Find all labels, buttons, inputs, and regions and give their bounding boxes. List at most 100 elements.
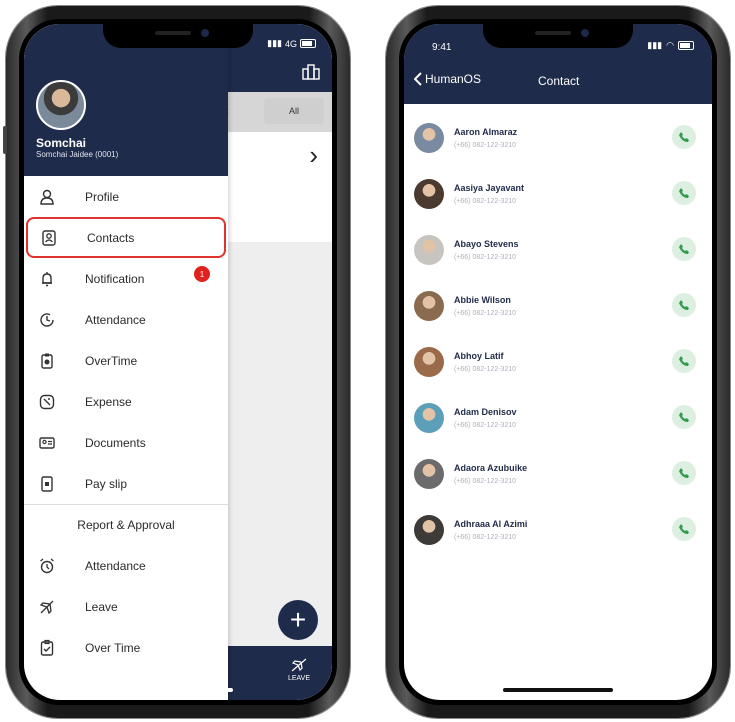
contact-text: Adam Denisov (+66) 082-122-3210 [454, 407, 517, 429]
signal-icon: ▮▮▮ [647, 40, 663, 50]
contact-row[interactable]: Adam Denisov (+66) 082-122-3210 [404, 390, 712, 446]
menu-label: Attendance [85, 312, 146, 327]
contact-row[interactable]: Adaora Azubuike (+66) 082-122-3210 [404, 446, 712, 502]
menu-item-payslip[interactable]: Pay slip [24, 463, 228, 504]
contact-name: Adhraaa Al Azimi [454, 519, 528, 529]
phone-icon [679, 412, 689, 422]
notch [103, 24, 253, 48]
contact-row[interactable]: Abhoy Latif (+66) 082-122-3210 [404, 334, 712, 390]
contact-name: Adam Denisov [454, 407, 517, 417]
plane-icon [291, 658, 307, 672]
call-button[interactable] [672, 517, 696, 541]
menu-label: Contacts [87, 230, 135, 245]
phone-icon [679, 244, 689, 254]
clock-icon [36, 309, 58, 331]
contact-text: Adaora Azubuike (+66) 082-122-3210 [454, 463, 527, 485]
plane-icon [36, 596, 58, 618]
contact-phone: (+66) 082-122-3210 [454, 366, 517, 373]
signal-icon: ▮▮▮ [267, 38, 282, 48]
contact-text: Abhoy Latif (+66) 082-122-3210 [454, 351, 516, 373]
avatar [414, 123, 444, 153]
notification-badge: 1 [194, 266, 210, 282]
tab-all[interactable]: All [264, 98, 324, 124]
contact-name: Adaora Azubuike [454, 463, 528, 473]
contact-text: Abbie Wilson (+66) 082-122-3210 [454, 295, 516, 317]
menu-item-over-time[interactable]: Over Time [24, 627, 228, 668]
phone-icon [679, 356, 689, 366]
call-button[interactable] [672, 237, 696, 261]
battery-icon [300, 39, 316, 48]
contacts-icon [38, 227, 60, 249]
contact-text: Abayo Stevens (+66) 082-122-3210 [454, 239, 519, 261]
menu-item-overtime[interactable]: OverTime [24, 340, 228, 381]
alarm-icon [36, 555, 58, 577]
avatar [414, 459, 444, 489]
contact-name: Abayo Stevens [454, 239, 519, 249]
user-subtitle: Somchai Jaidee (0001) [36, 150, 119, 159]
drawer-menu: Profile Contacts Notification 1 Attendan… [24, 176, 228, 668]
contact-name: Abhoy Latif [454, 351, 504, 361]
avatar [414, 179, 444, 209]
call-button[interactable] [672, 125, 696, 149]
document-icon [36, 432, 58, 454]
call-button[interactable] [672, 181, 696, 205]
menu-label: Pay slip [85, 476, 128, 491]
home-indicator [123, 688, 233, 692]
leave-tab[interactable]: LEAVE [288, 657, 310, 682]
add-button[interactable]: + [278, 600, 318, 640]
phone-frame-right: 9:41 ▮▮▮ ◠ HumanOS Contact Aaron Almaraz… [386, 6, 730, 718]
menu-label: OverTime [85, 353, 138, 368]
contact-row[interactable]: Abbie Wilson (+66) 082-122-3210 [404, 278, 712, 334]
menu-item-documents[interactable]: Documents [24, 422, 228, 463]
phone-bezel: 9:41 ▮▮▮ ◠ HumanOS Contact Aaron Almaraz… [399, 19, 717, 705]
avatar [414, 291, 444, 321]
building-icon[interactable] [302, 64, 320, 80]
contact-row[interactable]: Abayo Stevens (+66) 082-122-3210 [404, 222, 712, 278]
menu-item-profile[interactable]: Profile [24, 176, 228, 217]
chevron-right-icon[interactable]: › [309, 140, 318, 171]
menu-item-attendance[interactable]: Attendance [24, 299, 228, 340]
menu-item-leave[interactable]: Leave [24, 586, 228, 627]
menu-item-report-attendance[interactable]: Attendance [24, 545, 228, 586]
call-button[interactable] [672, 293, 696, 317]
phone-icon [679, 524, 689, 534]
back-button[interactable]: HumanOS [414, 72, 481, 86]
phone-icon [679, 132, 689, 142]
network-label: 4G [284, 38, 297, 49]
menu-label: Expense [85, 394, 132, 409]
menu-item-notification[interactable]: Notification 1 [24, 258, 228, 299]
avatar [414, 515, 444, 545]
contact-phone: (+66) 082-122-3210 [454, 198, 517, 205]
contact-phone: (+66) 082-122-3210 [454, 422, 517, 429]
contact-row[interactable]: Adhraaa Al Azimi (+66) 082-122-3210 [404, 502, 712, 558]
avatar[interactable] [36, 80, 86, 130]
bell-icon [36, 268, 58, 290]
menu-label: Notification [85, 271, 145, 286]
contact-text: Adhraaa Al Azimi (+66) 082-122-3210 [454, 519, 527, 541]
user-name: Somchai [36, 136, 87, 150]
overtime-icon [36, 350, 58, 372]
leave-label: LEAVE [287, 675, 310, 682]
menu-item-expense[interactable]: Expense [24, 381, 228, 422]
contact-row[interactable]: Aaron Almaraz (+66) 082-122-3210 [404, 110, 712, 166]
contact-row[interactable]: Aasiya Jayavant (+66) 082-122-3210 [404, 166, 712, 222]
section-report-approval: Report & Approval [24, 504, 228, 545]
call-button[interactable] [672, 405, 696, 429]
menu-item-contacts[interactable]: Contacts [26, 217, 226, 258]
phone-screen-left: ▮▮▮ 4G t All › [24, 24, 332, 700]
contact-name: Aaron Almaraz [454, 127, 518, 137]
wifi-icon: ◠ [666, 40, 674, 50]
menu-label: Attendance [85, 558, 146, 573]
phone-bezel: ▮▮▮ 4G t All › [19, 19, 337, 705]
status-bar: ▮▮▮ ◠ [647, 40, 694, 51]
call-button[interactable] [672, 461, 696, 485]
navigation-drawer: Somchai Somchai Jaidee (0001) Profile Co… [24, 24, 228, 700]
avatar [414, 235, 444, 265]
phone-icon [679, 300, 689, 310]
contact-text: Aasiya Jayavant (+66) 082-122-3210 [454, 183, 524, 205]
contact-list: Aaron Almaraz (+66) 082-122-3210 Aasiya Ja… [404, 110, 712, 558]
menu-label: Profile [85, 189, 120, 204]
payslip-icon [36, 473, 58, 495]
call-button[interactable] [672, 349, 696, 373]
menu-label: Over Time [85, 640, 141, 655]
